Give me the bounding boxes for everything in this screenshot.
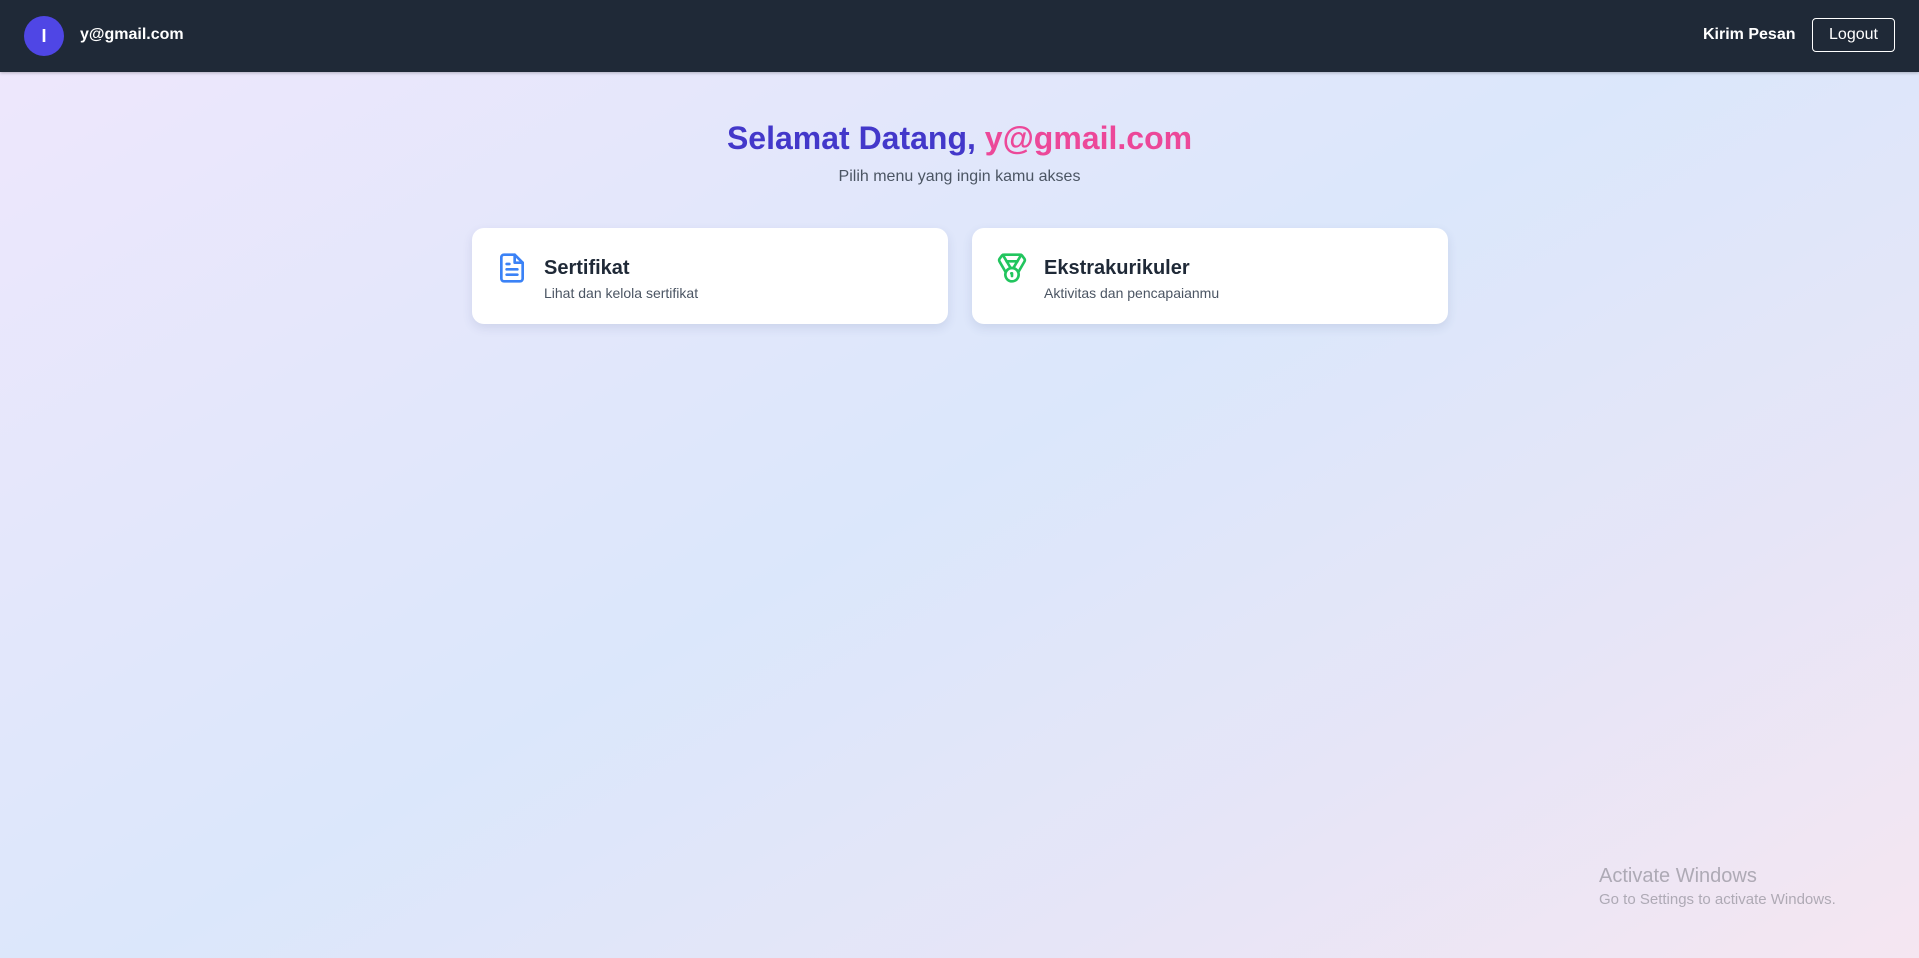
document-icon <box>500 253 524 283</box>
sertifikat-card[interactable]: Sertifikat Lihat dan kelola sertifikat <box>472 228 948 324</box>
page-title: Selamat Datang, y@gmail.com <box>0 118 1919 158</box>
card-title: Sertifikat <box>544 257 630 279</box>
watermark-subtitle: Go to Settings to activate Windows. <box>1599 891 1836 908</box>
logout-button[interactable]: Logout <box>1812 18 1895 52</box>
user-email: y@gmail.com <box>80 26 184 43</box>
avatar[interactable]: I <box>24 16 64 56</box>
card-title: Ekstrakurikuler <box>1044 257 1190 279</box>
activate-windows-watermark: Activate Windows Go to Settings to activ… <box>1599 864 1836 910</box>
send-message-link[interactable]: Kirim Pesan <box>1703 26 1795 44</box>
card-description: Lihat dan kelola sertifikat <box>544 285 699 301</box>
ekstrakurikuler-card[interactable]: Ekstrakurikuler Aktivitas dan pencapaian… <box>972 228 1448 324</box>
medal-icon <box>997 253 1027 283</box>
page-subtitle: Pilih menu yang ingin kamu akses <box>838 168 1081 185</box>
welcome-user-name: y@gmail.com <box>984 120 1193 156</box>
card-description: Aktivitas dan pencapaianmu <box>1044 285 1220 301</box>
welcome-greeting: Selamat Datang, <box>726 120 976 156</box>
avatar-letter: I <box>41 25 47 46</box>
watermark-title: Activate Windows <box>1599 865 1757 887</box>
top-navbar: I y@gmail.com Kirim Pesan Logout <box>0 0 1919 72</box>
